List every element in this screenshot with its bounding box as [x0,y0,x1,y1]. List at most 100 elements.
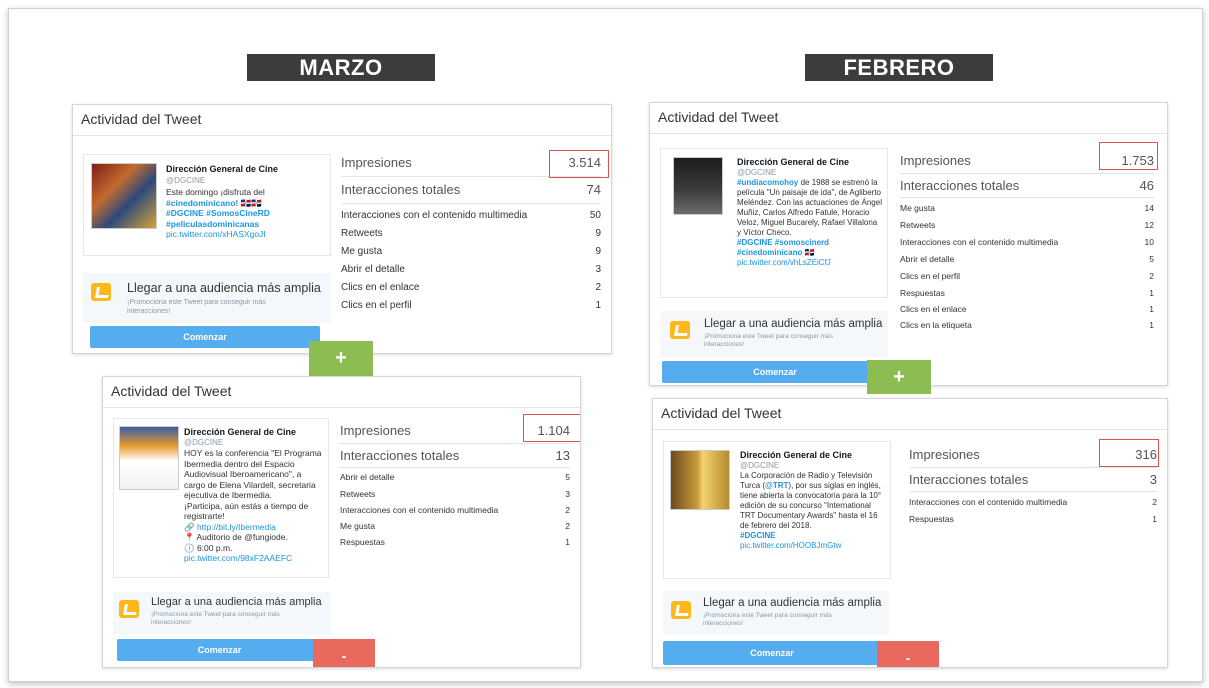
tweet-text-line: Este domingo ¡disfruta del [166,187,265,197]
tweet-author: Dirección General de Cine [166,164,279,174]
total-interactions-label: Interacciones totales [909,472,1029,487]
tweet-text: La Corporación de Radio y Televisión Tur… [740,471,886,551]
card-title: Actividad del Tweet [658,109,779,125]
metric-label: Retweets [341,228,383,239]
hashtag-link[interactable]: #DGCINE #SomosCineRD [166,208,326,219]
metric-label: Retweets [340,489,376,499]
start-button[interactable]: Comenzar [662,361,888,383]
impressions-label: Impresiones [909,447,980,462]
promote-panel: Llegar a una audiencia más amplia ¡Promo… [83,273,331,323]
tweet-url[interactable]: pic.twitter.com/xHASXgoJI [166,229,326,240]
total-interactions-value: 46 [1139,178,1154,193]
metric-label: Respuestas [900,288,945,298]
metrics-panel: Impresiones 1.753 Interacciones totales 46… [900,147,1154,330]
total-interactions-label: Interacciones totales [900,178,1020,193]
metric-label: Clics en el perfil [341,300,412,311]
promote-chart-icon [91,283,111,301]
metric-label: Clics en el enlace [341,282,420,293]
tweet-text: HOY es la conferencia "El Programa Iberm… [184,448,324,564]
tweet-text: Este domingo ¡disfruta del #cinedominica… [166,187,326,240]
tweet-time-line: 🕕 6:00 p.m. [184,542,233,553]
promote-title: Llegar a una audiencia más amplia [151,596,322,608]
start-button[interactable]: Comenzar [117,639,322,661]
minus-tab: - [313,639,375,667]
impressions-highlight [1099,439,1159,467]
tweet-handle: @DGCINE [166,176,206,185]
tweet-preview[interactable]: Dirección General de Cine @DGCINE HOY es… [113,418,329,578]
tweet-location: Auditorio de @fungiode. [196,532,288,542]
divider [103,407,580,408]
metric-label: Interacciones con el contenido multimedi… [909,497,1068,507]
tweet-preview[interactable]: Dirección General de Cine @DGCINE Este d… [83,154,331,256]
metric-value: 50 [589,210,601,221]
impressions-highlight [523,414,580,442]
metric-label: Interacciones con el contenido multimedi… [900,237,1059,247]
metric-value: 9 [595,246,601,257]
tweet-author: Dirección General de Cine [740,450,853,460]
tweet-preview[interactable]: Dirección General de Cine @DGCINE La Cor… [663,441,891,579]
hashtag-link[interactable]: #cinedominicano! 🇩🇴🇩🇴 [166,198,326,209]
divider [900,173,1154,174]
metric-label: Clics en la etiqueta [900,320,972,330]
promote-panel: Llegar a una audiencia más amplia ¡Promo… [660,311,888,357]
metric-value: 5 [565,472,570,482]
total-interactions-label: Interacciones totales [341,182,461,197]
tweet-url[interactable]: pic.twitter.com/98xF2AAEFC [184,553,324,564]
total-interactions-label: Interacciones totales [340,448,460,463]
tweet-handle: @DGCINE [740,461,780,470]
tweet-url[interactable]: pic.twitter.com/vhLsZEiCfJ [737,258,883,268]
tweet-preview[interactable]: Dirección General de Cine @DGCINE #undia… [660,148,888,298]
mention-link[interactable]: @TRT [765,481,788,490]
hashtag-link[interactable]: #peliculasdominicanas [166,219,326,230]
tweet-url[interactable]: http://bit.ly/Ibermedia [197,522,276,532]
tweet-location-line: 📍 Auditorio de @fungiode. [184,532,288,542]
metric-value: 1 [595,300,601,311]
divider [340,443,570,444]
metric-label: Clics en el perfil [900,271,960,281]
promote-subtitle: ¡Promociona este Tweet para conseguir má… [703,612,832,627]
tweet-image [673,157,723,215]
start-button[interactable]: Comenzar [663,641,881,665]
metric-value: 1 [1149,288,1154,298]
total-interactions-value: 3 [1149,472,1157,487]
tweet-link-line: 🔗 http://bit.ly/Ibermedia [184,521,276,532]
tweet-author: Dirección General de Cine [737,157,850,167]
hashtag-link[interactable]: #DGCINE [740,531,886,541]
metric-value: 1 [1149,304,1154,314]
minus-tab: - [877,641,939,667]
tweet-url[interactable]: pic.twitter.com/HOOBJmGtw [740,541,886,551]
metric-value: 3 [595,264,601,275]
metric-value: 12 [1144,220,1154,230]
promote-subtitle: ¡Promociona este Tweet para conseguir má… [704,333,833,348]
metric-value: 3 [565,489,570,499]
total-interactions-value: 74 [586,182,601,197]
start-button[interactable]: Comenzar [90,326,320,348]
tweet-activity-card: Actividad del Tweet Dirección General de… [649,102,1168,386]
impressions-highlight [1099,142,1158,170]
tweet-activity-card: Actividad del Tweet Dirección General de… [72,104,612,354]
heading-marzo: MARZO [247,54,435,81]
metric-value: 2 [1149,271,1154,281]
promote-chart-icon [670,321,690,339]
metric-label: Respuestas [340,537,385,547]
total-interactions-value: 13 [555,448,570,463]
metric-value: 9 [595,228,601,239]
card-title: Actividad del Tweet [661,405,782,421]
metric-label: Abrir el detalle [900,254,955,264]
impressions-label: Impresiones [341,155,412,170]
promote-chart-icon [671,601,691,619]
metric-value: 2 [565,521,570,531]
heading-febrero: FEBRERO [805,54,993,81]
plus-tab: + [867,360,931,394]
metric-value: 2 [595,282,601,293]
hashtag-link[interactable]: #undiacomohoy [737,178,798,187]
tweet-image [91,163,157,229]
metric-value: 10 [1144,237,1154,247]
promote-panel: Llegar a una audiencia más amplia ¡Promo… [113,592,331,634]
tweet-time: 6:00 p.m. [196,542,233,553]
tweet-text-line: ¡Participa, aún estás a tiempo de regist… [184,500,309,522]
metric-value: 1 [565,537,570,547]
metric-label: Abrir el detalle [341,264,405,275]
divider [73,135,611,136]
hashtag-link[interactable]: #DGCINE #somoscinerd #cinedominicano 🇩🇴 [737,238,883,258]
